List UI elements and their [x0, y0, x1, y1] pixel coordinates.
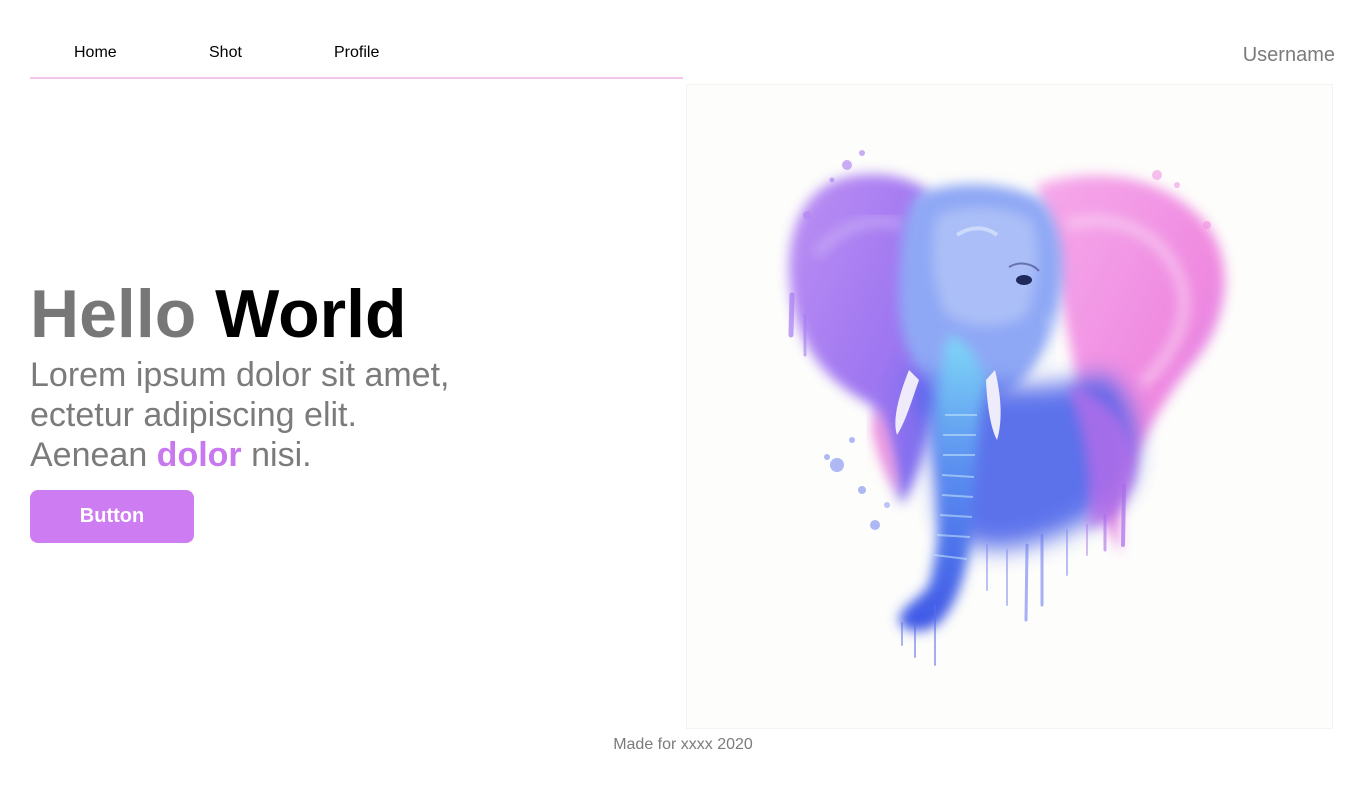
hero-button[interactable]: Button	[30, 490, 194, 543]
subtitle-line-1: Lorem ipsum dolor sit amet,	[30, 356, 450, 394]
subtitle-line-2: ectetur adipiscing elit.	[30, 396, 357, 434]
hero-title-word-2: World	[215, 276, 407, 352]
hero-title-word-1: Hello	[30, 276, 197, 352]
elephant-illustration	[788, 150, 1225, 666]
elephant-eye	[1016, 275, 1032, 285]
hero-title: Hello World	[30, 276, 407, 352]
elephant-artwork	[686, 84, 1333, 729]
subtitle-line-3-before: Aenean	[30, 436, 157, 474]
nav-profile-link[interactable]: Profile	[334, 44, 379, 62]
footer-text: Made for xxxx 2020	[613, 736, 753, 753]
nav-home-link[interactable]: Home	[74, 44, 117, 62]
username-link[interactable]: Username	[1243, 44, 1335, 66]
main-nav: Home Shot Profile	[30, 30, 683, 79]
subtitle-accent-word: dolor	[156, 436, 242, 474]
landing-page: Home Shot Profile Username Hello World L…	[0, 0, 1366, 785]
nav-shot-link[interactable]: Shot	[209, 44, 242, 62]
hero-subtitle: Lorem ipsum dolor sit amet, ectetur adipi…	[30, 355, 450, 475]
subtitle-line-3-after: nisi.	[241, 436, 312, 474]
